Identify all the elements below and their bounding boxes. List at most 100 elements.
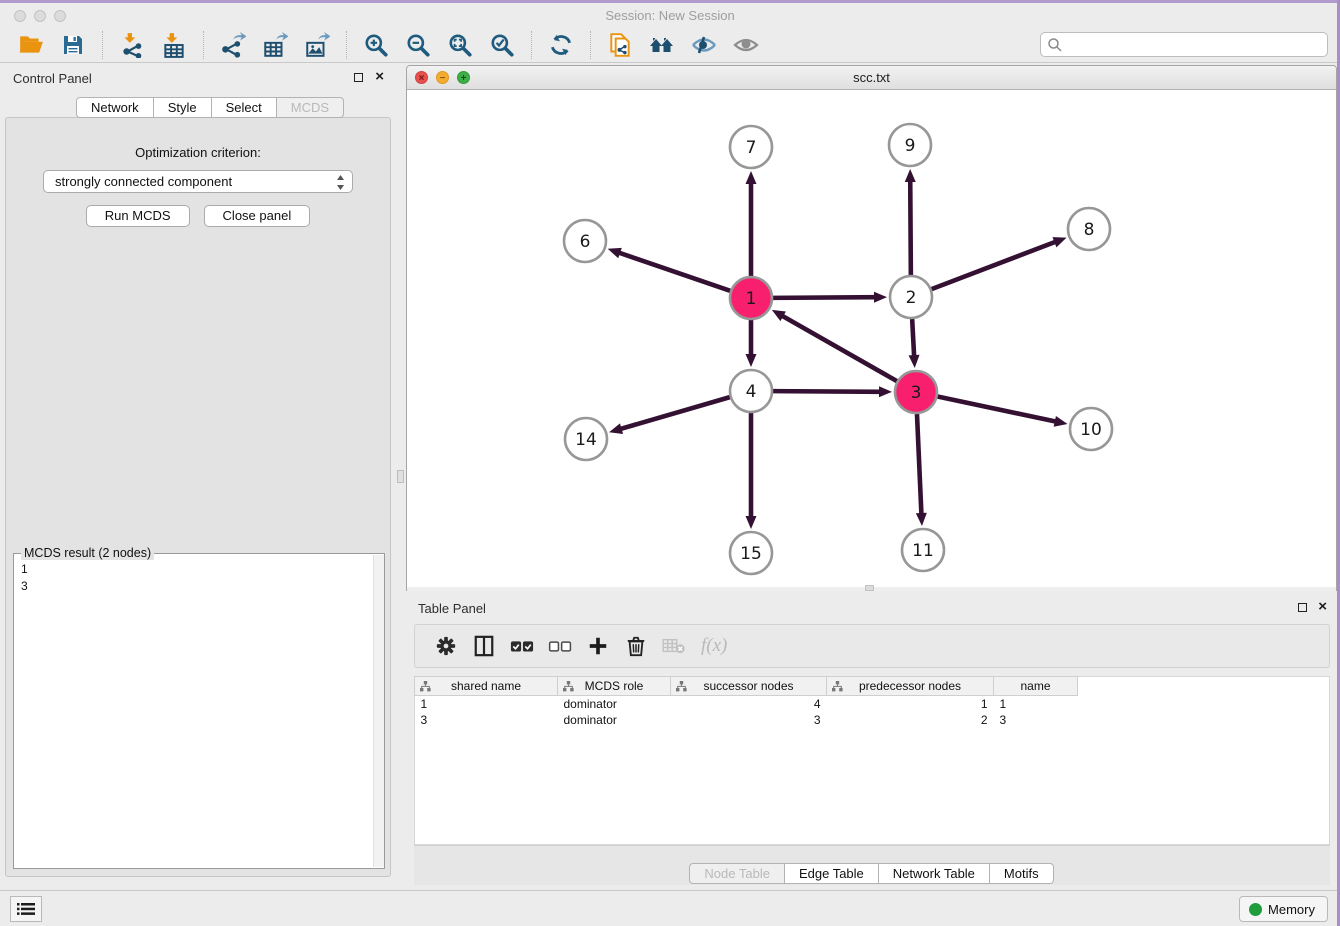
graph-edge-2-8[interactable] <box>932 241 1057 289</box>
node-label: 6 <box>580 232 591 252</box>
node-label: 14 <box>575 430 597 450</box>
table-cell[interactable]: 1 <box>415 696 558 712</box>
table-cell[interactable]: 3 <box>994 712 1078 728</box>
column-header[interactable]: successor nodes <box>671 677 827 696</box>
search-box[interactable] <box>1040 32 1328 57</box>
node-label: 9 <box>905 136 916 156</box>
edge-arrowhead <box>916 513 927 526</box>
node-label: 3 <box>911 383 922 403</box>
zoom-selected-icon[interactable] <box>487 30 517 60</box>
column-header[interactable]: predecessor nodes <box>827 677 994 696</box>
window-title: Session: New Session <box>0 8 1340 23</box>
node-table[interactable]: shared nameMCDS rolesuccessor nodesprede… <box>414 676 1078 728</box>
graph-edge-4-3[interactable] <box>773 391 881 392</box>
hierarchy-icon <box>563 681 574 692</box>
result-scrollbar[interactable] <box>373 555 384 867</box>
result-line[interactable]: 3 <box>21 578 372 595</box>
import-network-icon[interactable] <box>117 30 147 60</box>
table-header-row[interactable]: shared nameMCDS rolesuccessor nodesprede… <box>415 677 1078 696</box>
node-label: 7 <box>746 138 757 158</box>
refresh-icon[interactable] <box>546 30 576 60</box>
zoom-in-icon[interactable] <box>361 30 391 60</box>
graph-edge-1-2[interactable] <box>773 297 876 298</box>
edge-arrowhead <box>1054 416 1068 427</box>
table-cell[interactable]: 1 <box>827 696 994 712</box>
column-header[interactable]: name <box>994 677 1078 696</box>
run-mcds-button[interactable]: Run MCDS <box>86 205 190 227</box>
task-history-button[interactable] <box>10 896 42 922</box>
window-border-top <box>0 0 1340 3</box>
mcds-panel: Optimization criterion: strongly connect… <box>5 117 391 877</box>
zoom-fit-icon[interactable] <box>445 30 475 60</box>
graph-edge-2-9[interactable] <box>910 180 911 275</box>
toolbar-separator <box>203 31 204 59</box>
table-cell[interactable]: 1 <box>994 696 1078 712</box>
graph-edge-2-3[interactable] <box>912 319 914 357</box>
search-input[interactable] <box>1063 37 1327 52</box>
toolbar-separator <box>590 31 591 59</box>
close-panel-button[interactable]: Close panel <box>204 205 311 227</box>
tab-network-table[interactable]: Network Table <box>879 863 990 884</box>
panel-splitter-grip[interactable] <box>397 470 404 483</box>
network-window-titlebar[interactable]: × − + scc.txt <box>407 66 1336 90</box>
column-header[interactable]: MCDS role <box>558 677 671 696</box>
delete-column-icon[interactable] <box>619 631 653 661</box>
column-settings-gear-icon[interactable] <box>429 631 463 661</box>
column-header[interactable]: shared name <box>415 677 558 696</box>
graph-edge-3-11[interactable] <box>917 414 921 515</box>
table-row[interactable]: 1dominator411 <box>415 696 1078 712</box>
tab-network[interactable]: Network <box>76 97 154 118</box>
graph-edge-3-1[interactable] <box>781 315 896 381</box>
table-cell[interactable]: 3 <box>415 712 558 728</box>
control-panel-header: Control Panel × <box>0 65 396 93</box>
main-toolbar <box>0 28 1340 63</box>
graph-edge-1-6[interactable] <box>618 252 730 290</box>
hide-graphics-details-icon[interactable] <box>689 30 719 60</box>
node-label: 10 <box>1080 420 1102 440</box>
tab-mcds[interactable]: MCDS <box>277 97 344 118</box>
tab-select[interactable]: Select <box>212 97 277 118</box>
deselect-all-icon[interactable] <box>543 631 577 661</box>
memory-button[interactable]: Memory <box>1239 896 1328 922</box>
tab-edge-table[interactable]: Edge Table <box>785 863 879 884</box>
show-graphics-details-icon[interactable] <box>731 30 761 60</box>
tab-style[interactable]: Style <box>154 97 212 118</box>
optimization-criterion-select[interactable]: strongly connected component <box>43 170 353 193</box>
network-canvas[interactable]: 1234678910111415 <box>407 90 1336 587</box>
export-image-icon[interactable] <box>302 30 332 60</box>
network-graph[interactable]: 1234678910111415 <box>407 90 1336 587</box>
open-session-icon[interactable] <box>16 30 46 60</box>
hierarchy-icon <box>676 681 687 692</box>
add-column-icon[interactable] <box>581 631 615 661</box>
table-cell[interactable]: dominator <box>558 696 671 712</box>
horizontal-splitter-grip[interactable] <box>865 585 874 591</box>
graph-edge-4-14[interactable] <box>620 397 730 429</box>
split-view-icon[interactable] <box>467 631 501 661</box>
edge-arrowhead <box>905 169 916 182</box>
close-panel-icon[interactable]: × <box>375 68 384 85</box>
home-layout-icon[interactable] <box>647 30 677 60</box>
float-table-panel-icon[interactable] <box>1298 603 1307 612</box>
table-cell[interactable]: 3 <box>671 712 827 728</box>
export-network-icon[interactable] <box>218 30 248 60</box>
graph-edge-3-10[interactable] <box>938 397 1057 422</box>
tab-motifs[interactable]: Motifs <box>990 863 1054 884</box>
table-row[interactable]: 3dominator323 <box>415 712 1078 728</box>
toolbar-separator <box>531 31 532 59</box>
select-all-icon[interactable] <box>505 631 539 661</box>
export-table-icon[interactable] <box>260 30 290 60</box>
tab-node-table[interactable]: Node Table <box>689 863 785 884</box>
import-table-icon[interactable] <box>159 30 189 60</box>
result-line[interactable]: 1 <box>21 561 372 578</box>
mcds-result-list[interactable]: 13 <box>14 556 372 868</box>
table-cell[interactable]: dominator <box>558 712 671 728</box>
zoom-out-icon[interactable] <box>403 30 433 60</box>
table-cell[interactable]: 4 <box>671 696 827 712</box>
save-session-icon[interactable] <box>58 30 88 60</box>
function-builder-icon: f(x) <box>701 635 727 657</box>
node-label: 1 <box>746 289 757 309</box>
duplicate-network-icon[interactable] <box>605 30 635 60</box>
float-panel-icon[interactable] <box>354 73 363 82</box>
table-cell[interactable]: 2 <box>827 712 994 728</box>
close-table-panel-icon[interactable]: × <box>1318 598 1327 615</box>
